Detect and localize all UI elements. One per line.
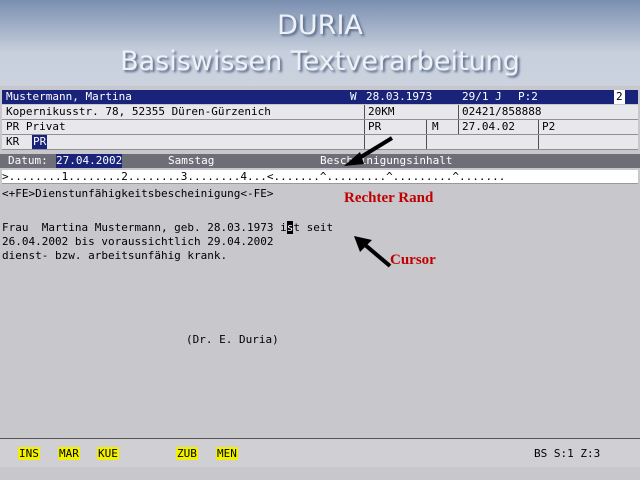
- kr-label: KR: [6, 135, 20, 148]
- kr-value[interactable]: PR: [32, 135, 48, 149]
- patient-code3: 2: [614, 90, 625, 104]
- arrow-up-left-icon: [354, 236, 392, 268]
- text-ruler[interactable]: >........1........2........3........4...…: [2, 170, 638, 184]
- weekday: Samstag: [168, 154, 215, 167]
- patient-header-row: Mustermann, Martina W 28.03.1973 29/1 J …: [2, 90, 638, 104]
- document-heading[interactable]: <+FE>Dienstunfähigkeitsbescheinigung<-FE…: [2, 187, 274, 200]
- status-bar: Datum: 27.04.2002 Samstag Bescheinigungs…: [0, 154, 640, 168]
- signature-line[interactable]: (Dr. E. Duria): [186, 333, 279, 346]
- fkey-zub[interactable]: ZUB: [176, 447, 198, 460]
- patient-name[interactable]: Mustermann, Martina: [6, 90, 132, 104]
- patient-insurance[interactable]: PR Privat: [6, 120, 66, 134]
- patient-sex: W: [350, 90, 357, 103]
- terminal-screen: Mustermann, Martina W 28.03.1973 29/1 J …: [0, 86, 640, 480]
- patient-code2: P:2: [518, 90, 538, 103]
- line1-text-after: t seit: [293, 221, 334, 234]
- patient-address[interactable]: Kopernikusstr. 78, 52355 Düren-Gürzenich: [6, 105, 271, 119]
- patient-date2: 27.04.02: [462, 120, 515, 133]
- insurance-code: PR: [368, 120, 382, 133]
- date-label: Datum:: [8, 154, 48, 167]
- fkey-ins[interactable]: INS: [18, 447, 40, 460]
- slide-title: DURIA: [277, 10, 363, 41]
- date-value[interactable]: 27.04.2002: [56, 154, 123, 168]
- annotation-cursor: Cursor: [390, 252, 436, 268]
- fkey-mar[interactable]: MAR: [58, 447, 80, 460]
- document-line-3[interactable]: dienst- bzw. arbeitsunfähig krank.: [2, 249, 227, 262]
- fkey-kue[interactable]: KUE: [97, 447, 119, 460]
- ruler-marks: >........1........2........3........4...…: [2, 170, 506, 183]
- patient-code4: 20KM: [368, 105, 395, 118]
- patient-phone: 02421/858888: [462, 105, 542, 118]
- patient-birthdate: 28.03.1973: [366, 90, 433, 103]
- slide-subtitle: Basiswissen Textverarbeitung: [120, 46, 520, 77]
- document-line-1[interactable]: Frau Martina Mustermann, geb. 28.03.1973…: [2, 221, 333, 234]
- insurance-row: PR Privat PR M 27.04.02 P2: [2, 120, 638, 135]
- address-row: Kopernikusstr. 78, 52355 Düren-Gürzenich…: [2, 105, 638, 120]
- m-label: M: [432, 120, 439, 133]
- status-right: BS S:1 Z:3: [534, 447, 601, 460]
- annotation-right-margin: Rechter Rand: [344, 190, 434, 206]
- arrow-down-left-icon: [344, 136, 394, 166]
- function-key-bar: INS MAR KUE ZUB MEN BS S:1 Z:3: [0, 438, 640, 467]
- patient-code1: 29/1 J: [462, 90, 502, 103]
- slide-header: DURIA Basiswissen Textverarbeitung: [0, 0, 640, 86]
- fkey-men[interactable]: MEN: [216, 447, 238, 460]
- kr-row: KR PR: [2, 135, 638, 150]
- document-line-2[interactable]: 26.04.2002 bis voraussichtlich 29.04.200…: [2, 235, 274, 248]
- line1-text-before: Frau Martina Mustermann, geb. 28.03.1973…: [2, 221, 287, 234]
- p2-label: P2: [542, 120, 556, 133]
